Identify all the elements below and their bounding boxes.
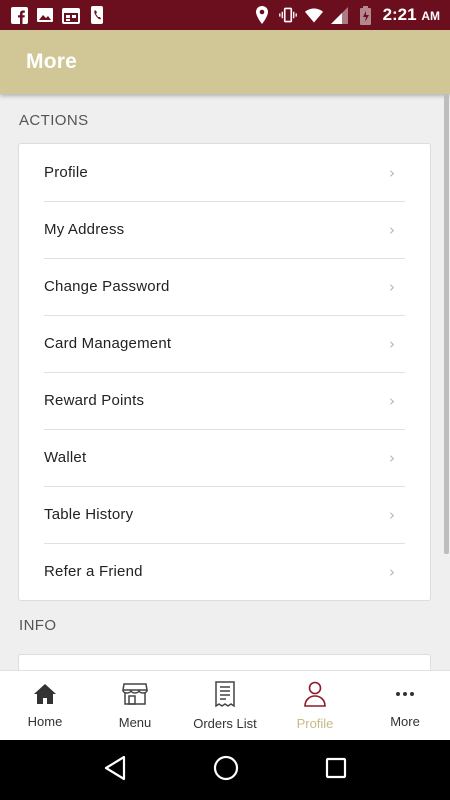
signal-icon	[331, 6, 349, 24]
image-icon	[36, 6, 54, 24]
menu-item-label: Wallet	[44, 449, 87, 466]
menu-item-label: My Address	[44, 221, 125, 238]
menu-item-label: Reward Points	[44, 392, 145, 409]
person-icon	[304, 681, 326, 712]
menu-item-wallet[interactable]: Wallet ›	[19, 429, 430, 486]
app-header: More	[0, 30, 450, 94]
menu-item-label: Refer a Friend	[44, 563, 143, 580]
more-content[interactable]: ACTIONS Profile › My Address › Change Pass…	[0, 94, 450, 670]
store-icon	[122, 682, 148, 711]
scrollbar[interactable]	[444, 94, 449, 554]
menu-item-my-address[interactable]: My Address ›	[19, 201, 430, 258]
vibrate-icon	[278, 6, 297, 24]
info-card	[18, 654, 431, 670]
nav-item-more[interactable]: More	[360, 671, 450, 740]
menu-item-label: Change Password	[44, 278, 170, 295]
nav-label: More	[390, 713, 420, 729]
menu-item-table-history[interactable]: Table History ›	[19, 486, 430, 543]
menu-item-label: Profile	[44, 164, 88, 181]
back-icon[interactable]	[103, 755, 127, 786]
nav-label: Profile	[296, 715, 334, 731]
menu-item-profile[interactable]: Profile ›	[19, 144, 430, 201]
actions-card: Profile › My Address › Change Password › Ca…	[18, 143, 431, 601]
chevron-right-icon: ›	[389, 562, 395, 581]
chevron-right-icon: ›	[389, 163, 395, 182]
page-title: More	[26, 50, 77, 73]
menu-item-label: Table History	[44, 506, 134, 523]
chevron-right-icon: ›	[389, 334, 395, 353]
home-circle-icon[interactable]	[213, 755, 239, 786]
nav-label: Menu	[118, 714, 152, 730]
chevron-right-icon: ›	[389, 277, 395, 296]
section-label-actions: ACTIONS	[19, 112, 89, 129]
phone-icon	[88, 6, 106, 24]
status-bar: 2:21 AM	[0, 0, 450, 30]
status-time: 2:21 AM	[382, 5, 440, 24]
nav-item-profile[interactable]: Profile	[270, 671, 360, 740]
section-label-info: INFO	[19, 617, 57, 634]
more-dots-icon	[394, 683, 416, 710]
nav-item-home[interactable]: Home	[0, 671, 90, 740]
chevron-right-icon: ›	[389, 220, 395, 239]
battery-icon	[357, 5, 375, 25]
chevron-right-icon: ›	[389, 505, 395, 524]
facebook-icon	[10, 6, 28, 24]
menu-item-label: Card Management	[44, 335, 172, 352]
location-icon	[253, 6, 271, 24]
wifi-icon	[304, 6, 323, 24]
menu-item-refer-a-friend[interactable]: Refer a Friend ›	[19, 543, 430, 600]
calendar-icon	[62, 6, 80, 24]
android-nav-bar	[0, 740, 450, 800]
chevron-right-icon: ›	[389, 391, 395, 410]
menu-item-change-password[interactable]: Change Password ›	[19, 258, 430, 315]
nav-label: Orders List	[193, 715, 257, 731]
bottom-nav: Home Menu Orders List Profile More	[0, 670, 450, 740]
nav-item-orders-list[interactable]: Orders List	[180, 671, 270, 740]
receipt-icon	[214, 680, 236, 712]
nav-label: Home	[27, 713, 63, 729]
chevron-right-icon: ›	[389, 448, 395, 467]
recents-icon[interactable]	[325, 757, 347, 784]
home-icon	[33, 683, 57, 710]
nav-item-menu[interactable]: Menu	[90, 671, 180, 740]
menu-item-card-management[interactable]: Card Management ›	[19, 315, 430, 372]
menu-item-reward-points[interactable]: Reward Points ›	[19, 372, 430, 429]
